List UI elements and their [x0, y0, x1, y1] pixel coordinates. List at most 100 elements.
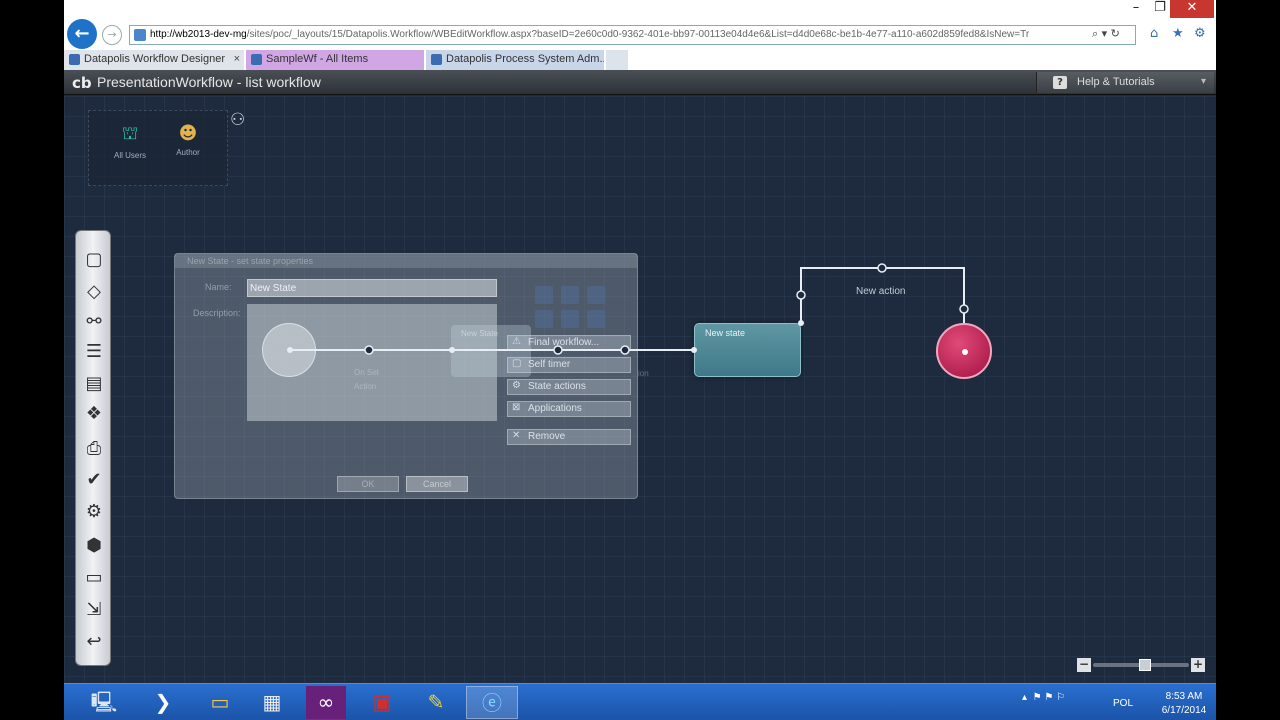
undo-tool-icon[interactable]: ↩ — [81, 629, 107, 655]
state-actions-icon: ⚙ — [512, 380, 521, 391]
input-language[interactable]: POL — [1113, 698, 1133, 709]
browser-tabs: Datapolis Workflow Designer × SampleWf -… — [64, 50, 1216, 70]
zoom-slider-thumb[interactable] — [1139, 659, 1151, 671]
settings-tool-icon[interactable]: ⚙ — [81, 499, 107, 525]
final-icon: ⚠ — [512, 336, 521, 347]
visual-studio-icon[interactable]: ∞ — [306, 686, 346, 719]
role-label: All Users — [113, 151, 146, 160]
name-label: Name: — [205, 282, 232, 292]
package-tool-icon[interactable]: ⬢ — [81, 533, 107, 559]
list-tool-icon[interactable]: ☰ — [81, 339, 107, 365]
color-swatch[interactable] — [561, 310, 579, 328]
end-node[interactable] — [936, 323, 992, 379]
internet-explorer-icon[interactable]: ⓔ — [466, 686, 518, 719]
taskbar: 🖳 ❯ ▭ ▦ ∞ ▣ ✎ ⓔ ▴ ⚑ ⚑ ⚐ POL 8:53 AM 6/17… — [64, 683, 1216, 720]
dialog-title: New State - set state properties — [175, 254, 637, 268]
search-refresh-icon[interactable]: ⌕ ▾ ↻ — [1092, 27, 1120, 41]
datapolis-icon — [69, 54, 80, 65]
role-label: Author — [176, 148, 200, 157]
tab-label: SampleWf - All Items — [266, 53, 369, 65]
screen: – ❐ ✕ ← → http://wb2013-dev-mg/sites/poc… — [64, 0, 1216, 720]
powershell-icon[interactable]: ❯ — [137, 686, 189, 719]
system-tray-icons[interactable]: ▴ ⚑ ⚑ ⚐ — [1022, 692, 1065, 703]
author-icon: ☻ — [178, 123, 198, 144]
menu-item-self-timer[interactable]: ▢ Self timer — [507, 357, 631, 373]
menu-item-state-actions[interactable]: ⚙ State actions — [507, 379, 631, 395]
menu-item-label: Final workflow... — [528, 337, 600, 348]
menu-item-label: Applications — [528, 403, 582, 414]
start-node[interactable] — [262, 323, 316, 377]
validate-tool-icon[interactable]: ✔ — [81, 467, 107, 493]
page-icon — [134, 29, 146, 41]
forward-button[interactable]: → — [102, 25, 122, 45]
sharepoint-icon — [251, 54, 262, 65]
tab-label: Datapolis Workflow Designer — [84, 53, 226, 65]
applications-icon: ⊠ — [512, 402, 521, 413]
cancel-button[interactable]: Cancel — [406, 476, 468, 492]
roles-panel: ⛫ All Users ☻ Author — [88, 110, 228, 186]
tab-workflow-designer[interactable]: Datapolis Workflow Designer × — [64, 50, 244, 70]
clock-time[interactable]: 8:53 AM — [1154, 691, 1214, 702]
ghost-action-label: Action — [354, 382, 377, 391]
tools-app-icon[interactable]: ▦ — [246, 686, 298, 719]
help-icon: ? — [1053, 76, 1067, 89]
address-bar[interactable]: http://wb2013-dev-mg/sites/poc/_layouts/… — [129, 25, 1136, 45]
close-window-button[interactable]: ✕ — [1170, 0, 1214, 18]
ghost-state-label: New State — [461, 329, 498, 338]
state-properties-dialog: New State - set state properties Name: N… — [174, 253, 638, 499]
server-manager-icon[interactable]: 🖳 — [78, 686, 130, 719]
zoom-control: − + — [1077, 658, 1205, 672]
ok-button[interactable]: OK — [337, 476, 399, 492]
tools-gear-icon[interactable]: ⚙ — [1194, 26, 1206, 41]
favorites-icon[interactable]: ★ — [1172, 26, 1184, 41]
datapolis-logo-icon: cb — [72, 74, 92, 92]
navigation-bar: ← → http://wb2013-dev-mg/sites/poc/_layo… — [64, 18, 1216, 50]
tab-close-icon[interactable]: × — [234, 50, 240, 69]
end-node-dot — [962, 349, 968, 355]
state-node[interactable]: New state — [694, 323, 801, 377]
role-all-users[interactable]: ⛫ All Users — [105, 123, 155, 160]
print-tool-icon[interactable]: ⎙ — [81, 436, 107, 462]
zoom-in-button[interactable]: + — [1191, 658, 1205, 672]
home-icon[interactable]: ⌂ — [1150, 26, 1158, 41]
address-host: http://wb2013-dev-mg — [150, 29, 247, 40]
tab-process-system-admin[interactable]: Datapolis Process System Adm... — [426, 50, 604, 70]
add-role-icon[interactable]: ⚇ — [230, 110, 245, 130]
tab-samplewf[interactable]: SampleWf - All Items — [246, 50, 424, 70]
connector-tool-icon[interactable]: ⚯ — [81, 309, 107, 335]
color-swatch[interactable] — [587, 286, 605, 304]
state-name-input[interactable]: New State — [247, 279, 497, 297]
sharepoint-tools-icon[interactable]: ✎ — [410, 686, 462, 719]
database-app-icon[interactable]: ▣ — [356, 686, 408, 719]
app-header: cb PresentationWorkflow - list workflow … — [64, 70, 1216, 95]
menu-item-applications[interactable]: ⊠ Applications — [507, 401, 631, 417]
back-button[interactable]: ← — [67, 19, 97, 49]
menu-item-final[interactable]: ⚠ Final workflow... — [507, 335, 631, 351]
address-path: /sites/poc/_layouts/15/Datapolis.Workflo… — [246, 29, 1030, 40]
page-title: PresentationWorkflow - list workflow — [97, 74, 321, 90]
file-explorer-icon[interactable]: ▭ — [194, 686, 246, 719]
state-label: New state — [705, 328, 746, 338]
color-swatch[interactable] — [561, 286, 579, 304]
save-tool-icon[interactable]: ▭ — [81, 565, 107, 591]
action-label[interactable]: New action — [856, 286, 905, 297]
users-icon: ⛫ — [121, 123, 139, 144]
color-swatch[interactable] — [535, 286, 553, 304]
color-swatch[interactable] — [535, 310, 553, 328]
ghost-action-label: ion — [638, 369, 649, 378]
menu-item-remove[interactable]: ✕ Remove — [507, 429, 631, 445]
chart-tool-icon[interactable]: ▤ — [81, 371, 107, 397]
zoom-out-button[interactable]: − — [1077, 658, 1091, 672]
chevron-down-icon: ▾ — [1200, 76, 1206, 87]
group-tool-icon[interactable]: ❖ — [81, 401, 107, 427]
tab-label: Datapolis Process System Adm... — [446, 53, 604, 65]
export-tool-icon[interactable]: ⇲ — [81, 597, 107, 623]
color-swatch[interactable] — [587, 310, 605, 328]
state-tool-icon[interactable]: ▢ — [81, 247, 107, 273]
clock-date[interactable]: 6/17/2014 — [1154, 705, 1214, 716]
timer-icon: ▢ — [512, 358, 522, 369]
help-tutorials-button[interactable]: ? Help & Tutorials ▾ — [1036, 72, 1214, 93]
new-tab-button[interactable] — [606, 50, 628, 70]
role-author[interactable]: ☻ Author — [163, 123, 213, 157]
decision-tool-icon[interactable]: ◇ — [81, 279, 107, 305]
